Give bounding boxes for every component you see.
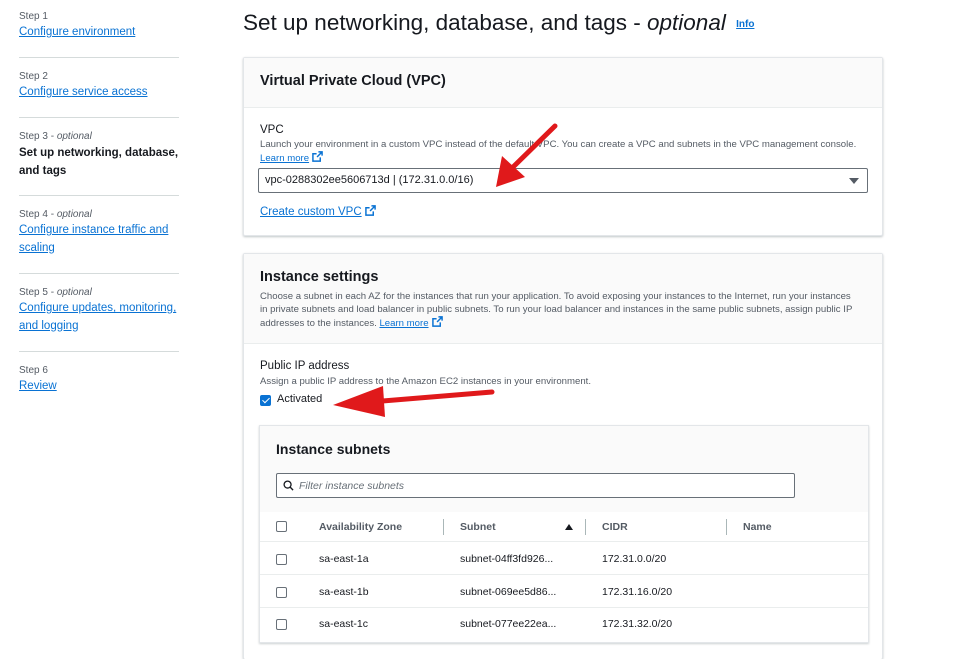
- vpc-select-value: vpc-0288302ee5606713d | (172.31.0.0/16): [265, 174, 474, 186]
- step-4-optional: optional: [56, 209, 92, 220]
- cell-az: sa-east-1a: [319, 553, 369, 565]
- step-3-caption-text: Step 3: [19, 131, 48, 142]
- step-4-caption: Step 4 - optional: [19, 209, 92, 220]
- cell-az: sa-east-1b: [319, 586, 369, 598]
- vpc-card: Virtual Private Cloud (VPC) VPC Launch y…: [243, 57, 883, 236]
- cell-cidr: 172.31.0.0/20: [602, 553, 667, 565]
- subnet-filter[interactable]: [276, 473, 795, 498]
- step-5-caption: Step 5 - optional: [19, 287, 92, 298]
- table-row[interactable]: sa-east-1a subnet-04ff3fd926... 172.31.0…: [260, 543, 868, 575]
- step-3-current-label: Set up networking, database, and tags: [19, 144, 179, 180]
- column-resizer[interactable]: [726, 519, 727, 535]
- step-6-caption: Step 6: [19, 365, 48, 376]
- step-5-link-line-1: Configure updates, monitoring,: [19, 302, 177, 314]
- activated-checkbox[interactable]: [260, 395, 271, 406]
- step-3: Step 3 - optional Set up networking, dat…: [19, 130, 179, 180]
- instance-settings-learn-more-link[interactable]: Learn more: [379, 318, 428, 329]
- instance-settings-desc-line-3-text: addresses to the instances.: [260, 318, 380, 329]
- step-1-caption: Step 1: [19, 11, 48, 22]
- step-2: Step 2 Configure service access: [19, 70, 179, 102]
- cell-subnet: subnet-077ee22ea...: [460, 618, 557, 630]
- step-4-link[interactable]: Configure instance traffic and scaling: [19, 222, 179, 257]
- table-row[interactable]: sa-east-1b subnet-069ee5d86... 172.31.16…: [260, 576, 868, 608]
- public-ip-label: Public IP address: [260, 360, 350, 372]
- vpc-learn-more-text: Learn more: [260, 153, 310, 164]
- vpc-learn-more-link[interactable]: Learn more: [260, 153, 309, 164]
- row-checkbox[interactable]: [276, 587, 287, 598]
- cell-subnet: subnet-069ee5d86...: [460, 586, 557, 598]
- external-link-icon: [431, 316, 443, 327]
- row-checkbox[interactable]: [276, 619, 287, 630]
- step-divider: [19, 195, 179, 196]
- vpc-field-label: VPC: [260, 124, 284, 136]
- step-divider: [19, 273, 179, 274]
- instance-settings-title: Instance settings: [260, 269, 379, 285]
- step-4-caption-text: Step 4: [19, 209, 48, 220]
- step-1: Step 1 Configure environment: [19, 10, 179, 42]
- public-ip-description: Assign a public IP address to the Amazon…: [260, 376, 591, 387]
- step-4-link-line-2: scaling: [19, 241, 55, 254]
- step-4: Step 4 - optional Configure instance tra…: [19, 208, 179, 257]
- step-5: Step 5 - optional Configure updates, mon…: [19, 286, 179, 335]
- instance-subnets-title: Instance subnets: [276, 441, 391, 457]
- step-divider: [19, 351, 179, 352]
- col-header-cidr[interactable]: CIDR: [602, 521, 628, 533]
- step-3-caption: Step 3 - optional: [19, 131, 92, 142]
- table-header-row: Availability Zone Subnet CIDR Name: [260, 512, 868, 542]
- col-header-subnet[interactable]: Subnet: [460, 521, 496, 533]
- subnets-table: Availability Zone Subnet CIDR Name sa-ea…: [260, 512, 868, 642]
- select-all-checkbox[interactable]: [276, 521, 287, 532]
- sort-ascending-icon[interactable]: [565, 524, 573, 530]
- search-icon: [283, 480, 294, 491]
- page-title-main: Set up networking, database, and tags -: [243, 10, 648, 35]
- activated-label[interactable]: Activated: [277, 393, 322, 405]
- vpc-description-text: Launch your environment in a custom VPC …: [260, 139, 857, 150]
- instance-settings-desc-line-2: in private subnets and load balancer in …: [260, 304, 853, 315]
- external-link-icon: [364, 205, 376, 216]
- step-3-optional: optional: [56, 131, 92, 142]
- vpc-card-title: Virtual Private Cloud (VPC): [260, 73, 446, 89]
- vpc-description: Launch your environment in a custom VPC …: [260, 138, 870, 165]
- step-5-optional: optional: [56, 287, 92, 298]
- col-header-availability-zone[interactable]: Availability Zone: [319, 521, 402, 533]
- info-link[interactable]: Info: [736, 19, 754, 30]
- instance-settings-desc-line-1: Choose a subnet in each AZ for the insta…: [260, 291, 851, 302]
- caret-down-icon: [849, 178, 859, 184]
- page-title: Set up networking, database, and tags - …: [243, 10, 754, 36]
- step-3-label-line-1: Set up networking, database,: [19, 147, 179, 159]
- page-title-optional: optional: [647, 10, 726, 35]
- step-2-caption: Step 2: [19, 71, 48, 82]
- step-1-link[interactable]: Configure environment: [19, 24, 179, 42]
- step-5-link-line-2: and logging: [19, 319, 79, 332]
- cell-subnet: subnet-04ff3fd926...: [460, 553, 554, 565]
- external-link-icon: [312, 151, 323, 162]
- col-header-name[interactable]: Name: [743, 521, 772, 533]
- step-5-caption-text: Step 5: [19, 287, 48, 298]
- cell-cidr: 172.31.32.0/20: [602, 618, 673, 630]
- step-divider: [19, 117, 179, 118]
- vpc-card-header: Virtual Private Cloud (VPC): [244, 58, 882, 108]
- subnet-filter-input[interactable]: [299, 478, 779, 494]
- cell-az: sa-east-1c: [319, 618, 369, 630]
- step-4-link-line-1: Configure instance traffic and: [19, 224, 169, 236]
- step-5-link[interactable]: Configure updates, monitoring, and loggi…: [19, 300, 179, 335]
- instance-settings-header: Instance settings Choose a subnet in eac…: [244, 254, 882, 344]
- instance-subnets-panel: Instance subnets Availability Zone Subne…: [259, 425, 869, 643]
- instance-settings-description: Choose a subnet in each AZ for the insta…: [260, 290, 875, 330]
- row-checkbox[interactable]: [276, 554, 287, 565]
- instance-settings-card: Instance settings Choose a subnet in eac…: [243, 253, 883, 659]
- create-custom-vpc-link[interactable]: Create custom VPC: [260, 205, 376, 218]
- instance-settings-desc-line-3: addresses to the instances. Learn more: [260, 316, 875, 330]
- column-resizer[interactable]: [443, 519, 444, 535]
- step-divider: [19, 57, 179, 58]
- cell-cidr: 172.31.16.0/20: [602, 586, 673, 598]
- step-3-label-line-2: and tags: [19, 165, 67, 177]
- step-2-link[interactable]: Configure service access: [19, 84, 179, 102]
- vpc-select[interactable]: vpc-0288302ee5606713d | (172.31.0.0/16): [258, 168, 868, 193]
- step-6: Step 6 Review: [19, 364, 179, 396]
- step-6-link[interactable]: Review: [19, 378, 179, 396]
- column-resizer[interactable]: [585, 519, 586, 535]
- table-row[interactable]: sa-east-1c subnet-077ee22ea... 172.31.32…: [260, 608, 868, 640]
- create-custom-vpc-text: Create custom VPC: [260, 206, 362, 218]
